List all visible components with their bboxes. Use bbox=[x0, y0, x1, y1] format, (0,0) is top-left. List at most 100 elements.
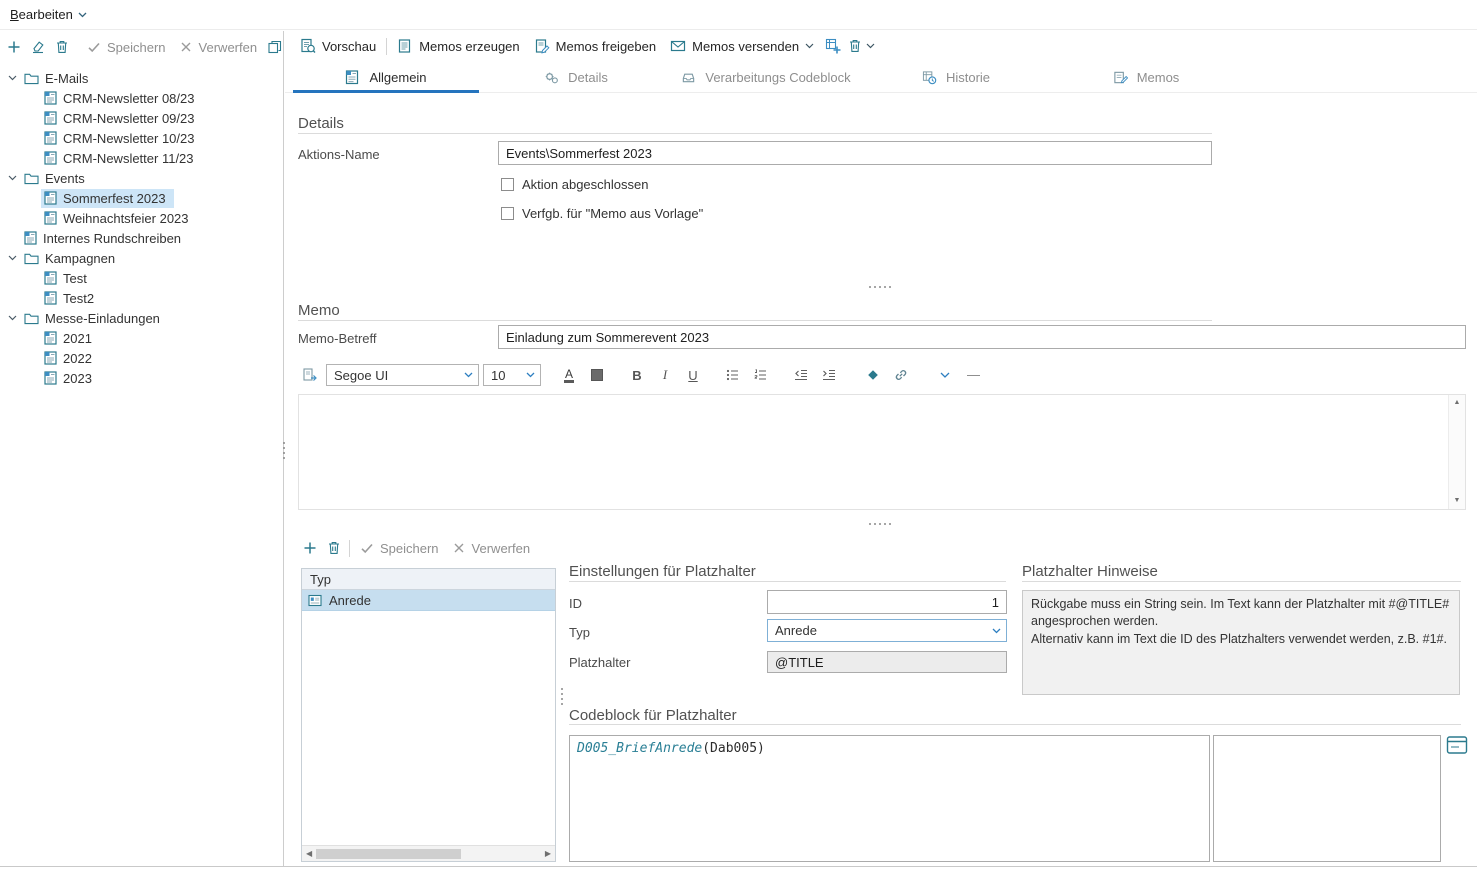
memos-versenden-button[interactable]: Memos versenden bbox=[663, 34, 821, 58]
tree-item-label: Messe-Einladungen bbox=[45, 311, 160, 326]
save-button[interactable]: Speichern bbox=[80, 35, 172, 59]
toolbar-separator bbox=[349, 540, 350, 557]
duplicate-button[interactable] bbox=[263, 35, 287, 59]
tab-label: Allgemein bbox=[369, 70, 426, 85]
memo-betreff-input[interactable]: Einladung zum Sommerevent 2023 bbox=[498, 325, 1466, 349]
bold-button[interactable]: B bbox=[625, 363, 649, 387]
bullet-list-icon bbox=[725, 367, 741, 383]
tree-item-weihnachtsfeier-2023[interactable]: Weihnachtsfeier 2023 bbox=[0, 208, 282, 228]
vorschau-button[interactable]: Vorschau bbox=[293, 34, 383, 58]
scroll-down-icon[interactable]: ▼ bbox=[1449, 497, 1465, 505]
open-editor-button[interactable] bbox=[1445, 733, 1469, 757]
tab-verarbeitungs-codeblock[interactable]: Verarbeitungs Codeblock bbox=[671, 63, 861, 92]
tree-item-e-mails[interactable]: E-Mails bbox=[0, 68, 282, 88]
memo-body-editor[interactable]: ▲ ▼ bbox=[298, 394, 1466, 510]
chevron-down-icon[interactable] bbox=[4, 255, 21, 261]
add-button[interactable] bbox=[2, 35, 26, 59]
scroll-up-icon[interactable]: ▲ bbox=[1449, 399, 1465, 407]
tree-item-crm-newsletter-08-23[interactable]: CRM-Newsletter 08/23 bbox=[0, 88, 282, 108]
tree-item-internes-rundschreiben[interactable]: Internes Rundschreiben bbox=[0, 228, 282, 248]
chevron-down-icon bbox=[940, 372, 950, 379]
underline-button[interactable]: U bbox=[681, 363, 705, 387]
memos-erzeugen-button[interactable]: Memos erzeugen bbox=[390, 34, 526, 58]
tree-item-crm-newsletter-11-23[interactable]: CRM-Newsletter 11/23 bbox=[0, 148, 282, 168]
discard-button[interactable]: Verwerfen bbox=[172, 35, 264, 59]
delete-button[interactable] bbox=[50, 35, 74, 59]
tree-item-messe-einladungen[interactable]: Messe-Einladungen bbox=[0, 308, 282, 328]
tab-details[interactable]: Details bbox=[481, 63, 671, 92]
scroll-right-icon[interactable]: ▶ bbox=[545, 846, 551, 861]
tree-item-sommerfest-2023[interactable]: Sommerfest 2023 bbox=[0, 188, 282, 208]
bullet-list-button[interactable] bbox=[721, 363, 745, 387]
more-options-button[interactable] bbox=[933, 363, 957, 387]
details-collapse-handle[interactable] bbox=[869, 283, 891, 291]
aktions-name-input[interactable]: Events\Sommerfest 2023 bbox=[498, 141, 1212, 165]
editor-vertical-scrollbar[interactable]: ▲ ▼ bbox=[1448, 395, 1465, 509]
verfgb-memo-vorlage-checkbox[interactable]: Verfgb. für "Memo aus Vorlage" bbox=[501, 206, 703, 221]
memo-collapse-handle[interactable] bbox=[869, 520, 891, 528]
folder-icon bbox=[24, 72, 39, 85]
fill-color-button[interactable] bbox=[585, 363, 609, 387]
hyperlink-button[interactable] bbox=[889, 363, 913, 387]
memo-icon bbox=[44, 151, 57, 165]
tree-item-2023[interactable]: 2023 bbox=[0, 368, 282, 388]
discard-placeholder-button[interactable]: Verwerfen bbox=[445, 536, 537, 560]
memo-create-icon bbox=[397, 38, 413, 54]
platzhalter-input[interactable]: @TITLE bbox=[767, 651, 1007, 673]
delete-dropdown-button[interactable] bbox=[845, 34, 877, 58]
tree-item-kampagnen[interactable]: Kampagnen bbox=[0, 248, 282, 268]
table-horizontal-scrollbar[interactable]: ◀ ▶ bbox=[302, 845, 555, 861]
codeblock-editor[interactable]: D005_BriefAnrede(Dab005) bbox=[569, 735, 1210, 862]
delete-placeholder-button[interactable] bbox=[322, 536, 346, 560]
eraser-button[interactable] bbox=[26, 35, 50, 59]
codeblock-heading: Codeblock für Platzhalter bbox=[569, 707, 737, 724]
add-placeholder-button[interactable] bbox=[298, 536, 322, 560]
tree-item-test2[interactable]: Test2 bbox=[0, 288, 282, 308]
table-add-button[interactable] bbox=[821, 34, 845, 58]
scroll-left-icon[interactable]: ◀ bbox=[306, 846, 312, 861]
tree-item-2022[interactable]: 2022 bbox=[0, 348, 282, 368]
codeblock-splitter-handle[interactable] bbox=[558, 688, 566, 705]
id-input[interactable]: 1 bbox=[767, 590, 1007, 614]
tab-memos[interactable]: Memos bbox=[1051, 63, 1241, 92]
chevron-down-icon[interactable] bbox=[4, 175, 21, 181]
tree-item-2021[interactable]: 2021 bbox=[0, 328, 282, 348]
horizontal-line-button[interactable] bbox=[961, 363, 985, 387]
typ-column-header[interactable]: Typ bbox=[302, 569, 555, 590]
tree-item-crm-newsletter-09-23[interactable]: CRM-Newsletter 09/23 bbox=[0, 108, 282, 128]
tab-historie[interactable]: Historie bbox=[861, 63, 1051, 92]
tree-item-label: CRM-Newsletter 09/23 bbox=[63, 111, 195, 126]
tab-allgemein[interactable]: Allgemein bbox=[291, 63, 481, 92]
codeblock-side-panel bbox=[1213, 735, 1441, 862]
memos-freigeben-label: Memos freigeben bbox=[556, 39, 656, 54]
tree-item-events[interactable]: Events bbox=[0, 168, 282, 188]
font-color-button[interactable]: A bbox=[557, 363, 581, 387]
italic-button[interactable]: I bbox=[653, 363, 677, 387]
numbered-list-button[interactable] bbox=[749, 363, 773, 387]
tree-item-label: 2023 bbox=[63, 371, 92, 386]
placeholder-table: Typ Anrede ◀ ▶ bbox=[301, 568, 556, 862]
scrollbar-thumb[interactable] bbox=[316, 849, 461, 859]
aktion-abgeschlossen-checkbox[interactable]: Aktion abgeschlossen bbox=[501, 177, 648, 192]
symbol-button[interactable] bbox=[861, 363, 885, 387]
indent-button[interactable] bbox=[817, 363, 841, 387]
tree-item-crm-newsletter-10-23[interactable]: CRM-Newsletter 10/23 bbox=[0, 128, 282, 148]
font-size-select[interactable]: 10 bbox=[483, 364, 541, 386]
menu-bearbeiten[interactable]: Bearbeiten bbox=[6, 4, 91, 25]
outdent-button[interactable] bbox=[789, 363, 813, 387]
verfgb-memo-vorlage-label: Verfgb. für "Memo aus Vorlage" bbox=[522, 206, 703, 221]
hint-line: Rückgabe muss ein String sein. Im Text k… bbox=[1031, 596, 1451, 631]
divider bbox=[298, 320, 1212, 321]
save-placeholder-button[interactable]: Speichern bbox=[353, 536, 445, 560]
chevron-down-icon[interactable] bbox=[4, 315, 21, 321]
memos-freigeben-button[interactable]: Memos freigeben bbox=[527, 34, 663, 58]
memo-icon bbox=[44, 291, 57, 305]
font-name-select[interactable]: Segoe UI bbox=[326, 364, 479, 386]
tree-item-test[interactable]: Test bbox=[0, 268, 282, 288]
numbered-list-icon bbox=[753, 367, 769, 383]
insert-field-button[interactable] bbox=[298, 363, 322, 387]
placeholder-row-label: Anrede bbox=[329, 593, 371, 608]
placeholder-row-anrede[interactable]: Anrede bbox=[302, 590, 555, 611]
chevron-down-icon[interactable] bbox=[4, 75, 21, 81]
typ-select[interactable]: Anrede bbox=[767, 619, 1007, 642]
